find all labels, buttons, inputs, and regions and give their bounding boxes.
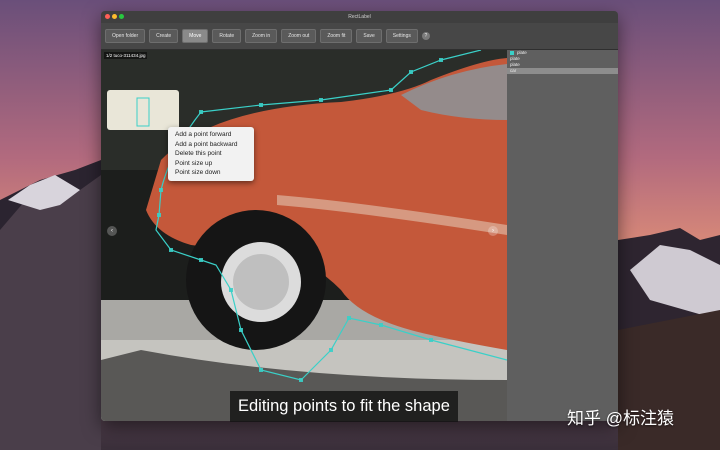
window-controls <box>105 14 124 19</box>
zoom-in-button[interactable]: Zoom in <box>245 29 278 43</box>
menu-item-add-point-forward[interactable]: Add a point forward <box>168 130 254 140</box>
polygon-vertex[interactable] <box>347 316 351 320</box>
previous-image-button[interactable]: ‹ <box>107 226 117 236</box>
menu-item-add-point-backward[interactable]: Add a point backward <box>168 140 254 150</box>
polygon-vertex[interactable] <box>199 110 203 114</box>
save-button[interactable]: Save <box>356 29 382 43</box>
polygon-vertex[interactable] <box>159 188 163 192</box>
close-window-button[interactable] <box>105 14 110 19</box>
file-name-tag: 1/2 tuco-311434.jpg <box>104 52 148 59</box>
menu-item-point-size-up[interactable]: Point size up <box>168 159 254 169</box>
open-folder-button[interactable]: Open folder <box>105 29 146 43</box>
photo-annotation-layer <box>101 50 507 421</box>
move-button[interactable]: Move <box>182 29 209 43</box>
help-icon[interactable]: ? <box>421 32 430 40</box>
polygon-vertex[interactable] <box>379 323 383 327</box>
title-bar: RectLabel <box>101 11 618 23</box>
polygon-vertex[interactable] <box>389 88 393 92</box>
polygon-vertex[interactable] <box>259 368 263 372</box>
polygon-vertex[interactable] <box>239 328 243 332</box>
polygon-vertex[interactable] <box>199 258 203 262</box>
zoom-fit-button[interactable]: Zoom fit <box>320 29 353 43</box>
polygon-vertex[interactable] <box>409 70 413 74</box>
polygon-vertex[interactable] <box>229 288 233 292</box>
window-title: RectLabel <box>348 14 371 20</box>
zoom-out-button[interactable]: Zoom out <box>281 29 317 43</box>
toolbar: Open folder Create Move Rotate Zoom in Z… <box>101 23 618 50</box>
minimize-window-button[interactable] <box>112 14 117 19</box>
polygon-vertex[interactable] <box>169 248 173 252</box>
polygon-vertex[interactable] <box>329 348 333 352</box>
label-name: car <box>510 68 517 73</box>
polygon-vertex[interactable] <box>299 378 303 382</box>
menu-item-point-size-down[interactable]: Point size down <box>168 168 254 178</box>
polygon-vertex[interactable] <box>259 103 263 107</box>
context-menu: Add a point forward Add a point backward… <box>168 127 254 181</box>
polygon-vertex[interactable] <box>429 338 433 342</box>
zoom-window-button[interactable] <box>119 14 124 19</box>
app-window: RectLabel Open folder Create Move Rotate… <box>101 11 618 421</box>
create-button[interactable]: Create <box>149 29 179 43</box>
label-color-swatch <box>510 51 514 55</box>
next-image-button[interactable]: › <box>488 226 498 236</box>
label-list-panel: plate plate plate car <box>507 50 618 421</box>
license-plate <box>107 90 179 130</box>
watermark: 知乎 @标注猿 <box>567 409 674 428</box>
rotate-button[interactable]: Rotate <box>212 29 242 43</box>
image-canvas[interactable]: 1/2 tuco-311434.jpg ‹ › <box>101 50 507 421</box>
polygon-vertex[interactable] <box>439 58 443 62</box>
menu-item-delete-point[interactable]: Delete this point <box>168 149 254 159</box>
label-row-selected[interactable]: car <box>507 68 618 74</box>
video-subtitle: Editing points to fit the shape <box>230 391 458 422</box>
settings-button[interactable]: Settings <box>385 29 418 43</box>
polygon-vertex[interactable] <box>319 98 323 102</box>
polygon-vertex[interactable] <box>157 213 161 217</box>
